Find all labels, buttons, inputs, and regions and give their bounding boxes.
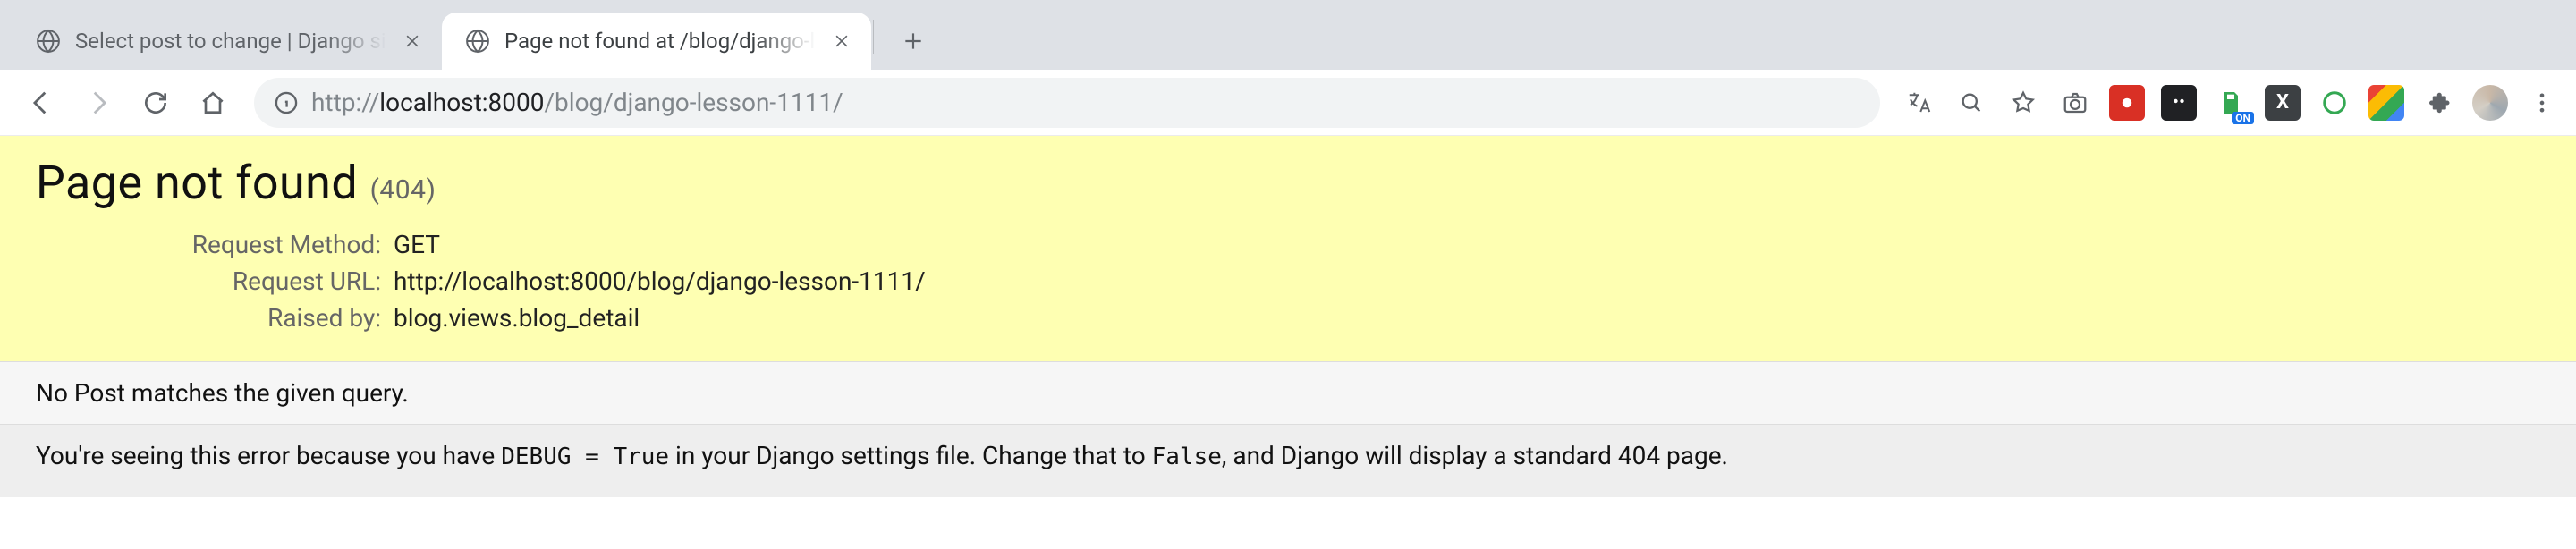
url-host: localhost:8000 (379, 88, 544, 117)
tab-title: Page not found at /blog/django-lesson-11… (504, 29, 816, 54)
bookmark-star-icon[interactable] (2005, 85, 2041, 121)
extensions-puzzle-icon[interactable] (2420, 85, 2456, 121)
back-button[interactable] (16, 78, 66, 128)
django-info: No Post matches the given query. (0, 362, 2576, 425)
face-extension-icon[interactable] (2161, 85, 2197, 121)
request-meta-table: Request Method: GET Request URL: http://… (36, 226, 938, 336)
request-url-label: Request URL: (36, 263, 394, 300)
tab-active-1[interactable]: Page not found at /blog/django-lesson-11… (442, 13, 871, 70)
info-message: No Post matches the given query. (36, 378, 409, 408)
zoom-icon[interactable] (1953, 85, 1989, 121)
toolbar: http://localhost:8000/blog/django-lesson… (0, 70, 2576, 136)
close-icon[interactable] (399, 28, 426, 55)
globe-icon (34, 27, 63, 55)
explanation-text: in your Django settings file. Change tha… (669, 441, 1152, 470)
globe-icon (463, 27, 492, 55)
explanation-text: , and Django will display a standard 404… (1222, 441, 1728, 470)
address-bar[interactable]: http://localhost:8000/blog/django-lesson… (254, 78, 1880, 128)
camera-icon[interactable] (2057, 85, 2093, 121)
kebab-menu-icon[interactable] (2524, 85, 2560, 121)
browser-chrome: Select post to change | Django site admi… (0, 0, 2576, 136)
x-extension-icon[interactable]: X (2265, 85, 2301, 121)
django-summary: Page not found (404) Request Method: GET… (0, 136, 2576, 362)
debug-true-code: DEBUG = True (501, 443, 669, 470)
saver-extension-icon[interactable]: ON (2213, 85, 2249, 121)
forward-button[interactable] (73, 78, 123, 128)
close-icon[interactable] (828, 28, 855, 55)
profile-avatar[interactable] (2472, 85, 2508, 121)
django-explanation: You're seeing this error because you hav… (0, 425, 2576, 497)
extension-badge: ON (2232, 112, 2254, 124)
new-tab-button[interactable] (888, 16, 938, 66)
request-method-label: Request Method: (36, 226, 394, 263)
tab-strip: Select post to change | Django site admi… (0, 0, 2576, 70)
tab-title: Select post to change | Django site admi… (75, 29, 386, 54)
raised-by-value: blog.views.blog_detail (394, 300, 938, 336)
home-button[interactable] (188, 78, 238, 128)
tab-inactive-0[interactable]: Select post to change | Django site admi… (13, 13, 442, 70)
raised-by-label: Raised by: (36, 300, 394, 336)
toolbar-actions: ON X (1896, 85, 2560, 121)
request-method-value: GET (394, 226, 938, 263)
circle-extension-icon[interactable] (2317, 85, 2352, 121)
request-url-value: http://localhost:8000/blog/django-lesson… (394, 263, 938, 300)
status-code: (404) (370, 174, 436, 206)
url-path: /blog/django-lesson-1111/ (545, 88, 843, 117)
explanation-text: You're seeing this error because you hav… (36, 441, 501, 470)
url-scheme: http:// (311, 88, 379, 117)
false-code: False (1152, 443, 1222, 470)
site-info-icon[interactable] (274, 90, 299, 115)
url-text: http://localhost:8000/blog/django-lesson… (311, 88, 1860, 117)
reload-button[interactable] (131, 78, 181, 128)
page-title-text: Page not found (36, 156, 358, 210)
tab-separator (873, 20, 874, 54)
rainbow-extension-icon[interactable] (2368, 85, 2404, 121)
page-title: Page not found (404) (36, 156, 2540, 210)
translate-icon[interactable] (1902, 85, 1937, 121)
record-extension-icon[interactable] (2109, 85, 2145, 121)
